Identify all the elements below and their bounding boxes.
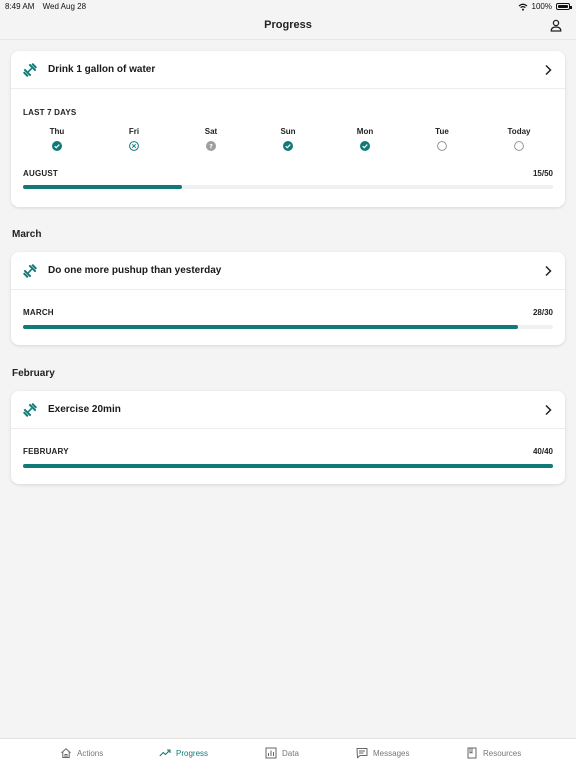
- progress-fill: [23, 464, 553, 468]
- day-name: Sun: [280, 127, 296, 136]
- book-icon: [467, 747, 477, 759]
- month-label: AUGUST: [23, 169, 58, 178]
- tab-actions[interactable]: Actions: [60, 747, 103, 759]
- battery-percent: 100%: [531, 2, 552, 11]
- status-left: 8:49 AM Wed Aug 28: [5, 2, 86, 11]
- progress-track: [23, 464, 553, 468]
- current-goal-header[interactable]: Drink 1 gallon of water: [11, 51, 565, 89]
- goal-title: Drink 1 gallon of water: [48, 64, 156, 75]
- day-thu: Thu: [27, 127, 87, 151]
- progress-count: 40/40: [532, 447, 553, 456]
- x-circle-icon: [129, 141, 139, 151]
- check-circle-icon: [360, 141, 370, 151]
- month-label: FEBRUARY: [23, 447, 69, 456]
- goal-title: Do one more pushup than yesterday: [48, 265, 222, 276]
- tab-label: Messages: [373, 748, 410, 758]
- month-label: MARCH: [23, 308, 54, 317]
- day-name: Mon: [356, 127, 374, 136]
- status-time: 8:49 AM: [5, 2, 35, 11]
- skipped-circle-icon: ?: [206, 141, 216, 151]
- day-name: Tue: [435, 127, 449, 136]
- status-right: 100%: [518, 2, 572, 11]
- empty-circle-icon: [514, 141, 524, 151]
- last-7-days-label: LAST 7 DAYS: [23, 108, 77, 117]
- profile-icon[interactable]: [548, 18, 564, 34]
- tab-label: Progress: [176, 748, 209, 758]
- page-title: Progress: [264, 19, 312, 31]
- status-bar: 8:49 AM Wed Aug 28 100%: [0, 0, 576, 14]
- tab-bar: Actions Progress Data Messages Resources: [0, 738, 576, 768]
- day-today: Today: [489, 127, 549, 151]
- current-goal-card: Drink 1 gallon of water LAST 7 DAYS Thu …: [11, 51, 565, 207]
- dumbbell-icon: [23, 264, 37, 278]
- dumbbell-icon: [23, 403, 37, 417]
- day-name: Thu: [49, 127, 65, 136]
- tab-messages[interactable]: Messages: [356, 747, 409, 759]
- day-name: Today: [507, 127, 531, 136]
- day-tue: Tue: [412, 127, 472, 151]
- tab-label: Data: [282, 748, 299, 758]
- day-mon: Mon: [335, 127, 395, 151]
- tab-resources[interactable]: Resources: [466, 747, 521, 759]
- progress-track: [23, 325, 553, 329]
- tab-label: Actions: [77, 748, 104, 758]
- day-name: Sat: [204, 127, 218, 136]
- progress-count: 28/30: [532, 308, 553, 317]
- section-label-march: March: [12, 229, 42, 240]
- progress-count: 15/50: [532, 169, 553, 178]
- tab-progress[interactable]: Progress: [159, 747, 208, 759]
- section-label-february: February: [12, 368, 55, 379]
- wifi-icon: [518, 3, 527, 11]
- bar-chart-icon: [265, 747, 277, 759]
- day-fri: Fri: [104, 127, 164, 151]
- tab-label: Resources: [483, 748, 522, 758]
- header: Progress: [0, 14, 576, 40]
- empty-circle-icon: [437, 141, 447, 151]
- march-goal-header[interactable]: Do one more pushup than yesterday: [11, 252, 565, 290]
- tab-data[interactable]: Data: [265, 747, 299, 759]
- chevron-right-icon[interactable]: [543, 265, 553, 277]
- check-circle-icon: [52, 141, 62, 151]
- progress-fill: [23, 185, 182, 189]
- trend-icon: [159, 749, 171, 757]
- check-circle-icon: [283, 141, 293, 151]
- message-icon: [356, 748, 368, 759]
- march-goal-card: Do one more pushup than yesterday MARCH …: [11, 252, 565, 345]
- status-date: Wed Aug 28: [42, 2, 87, 11]
- home-icon: [61, 748, 71, 758]
- day-name: Fri: [128, 127, 140, 136]
- day-sun: Sun: [258, 127, 318, 151]
- progress-track: [23, 185, 553, 189]
- battery-icon: [556, 3, 572, 10]
- progress-fill: [23, 325, 518, 329]
- day-sat: Sat ?: [181, 127, 241, 151]
- february-goal-card: Exercise 20min FEBRUARY 40/40: [11, 391, 565, 484]
- february-goal-header[interactable]: Exercise 20min: [11, 391, 565, 429]
- dumbbell-icon: [23, 63, 37, 77]
- chevron-right-icon[interactable]: [543, 404, 553, 416]
- goal-title: Exercise 20min: [48, 404, 121, 415]
- svg-text:?: ?: [209, 142, 213, 150]
- chevron-right-icon[interactable]: [543, 64, 553, 76]
